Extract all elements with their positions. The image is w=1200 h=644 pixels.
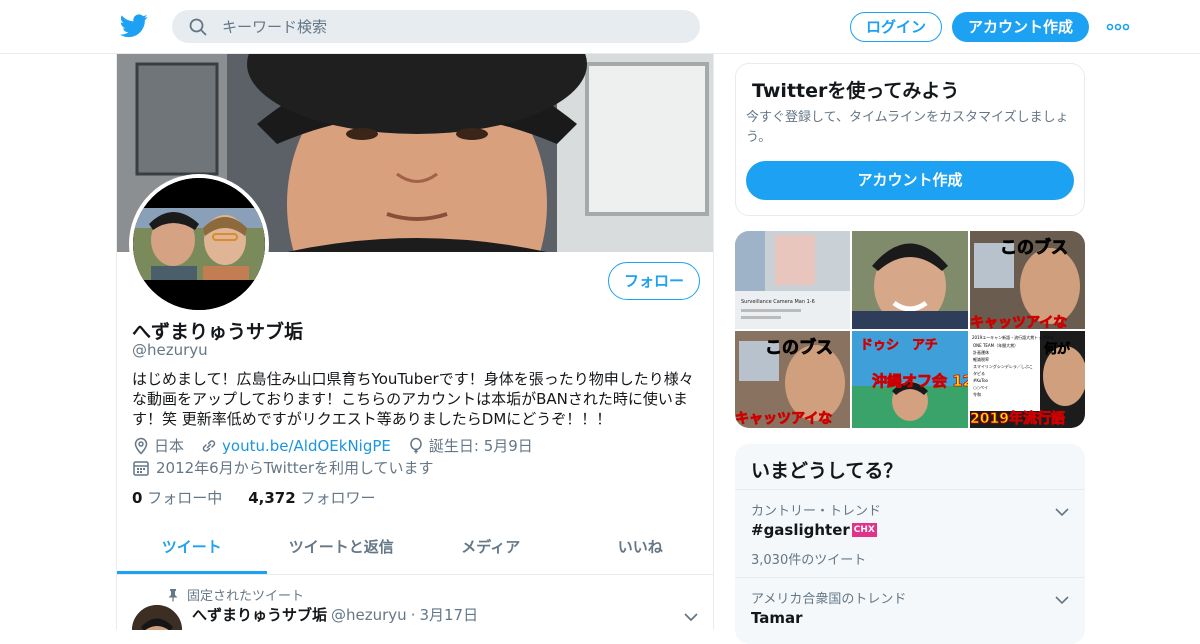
link-icon bbox=[202, 439, 216, 452]
media-grid: Surveillance Camera Man 1-6 このブス キャッツアイな… bbox=[735, 231, 1085, 428]
media-thumb-list-item: 軽減税率 bbox=[973, 356, 989, 362]
search-box bbox=[172, 10, 700, 43]
chevron-down-icon[interactable] bbox=[683, 608, 699, 627]
balloon-icon bbox=[410, 437, 422, 453]
signup-card-description: 今すぐ登録して、タイムラインをカスタマイズしましょう。 bbox=[746, 110, 1069, 145]
trend-tweet-count: 3,030件のツイート bbox=[751, 553, 867, 568]
trend-topic-text: Tamar bbox=[751, 609, 803, 627]
search-icon bbox=[189, 18, 207, 36]
signup-card-title: Twitterを使ってみよう bbox=[752, 80, 960, 102]
tab-media[interactable]: メディア bbox=[416, 522, 566, 574]
trend-topic: #gaslighter CHX bbox=[751, 521, 877, 539]
follow-button[interactable]: フォロー bbox=[608, 262, 700, 300]
following-count: 0 bbox=[132, 489, 143, 507]
profile-avatar[interactable] bbox=[129, 174, 269, 314]
twitter-bird-icon[interactable] bbox=[119, 14, 148, 38]
media-thumb[interactable] bbox=[852, 231, 968, 329]
media-thumb-list-item: ○○ペイ bbox=[973, 384, 988, 390]
media-thumb[interactable]: このブス キャッツアイな bbox=[969, 231, 1085, 329]
media-thumb-list-item: 計画運休 bbox=[973, 349, 989, 355]
signup-card: Twitterを使ってみよう 今すぐ登録して、タイムラインをカスタマイズしましょ… bbox=[735, 63, 1085, 216]
trend-badge: CHX bbox=[851, 523, 877, 537]
media-thumb-list-item: #KuToo bbox=[973, 378, 989, 383]
signup-button[interactable]: アカウント作成 bbox=[952, 12, 1089, 42]
media-thumb-list-title: 2019ユーキャン新語・流行語大賞トップテン bbox=[972, 334, 1054, 340]
tweet-separator: · bbox=[410, 605, 416, 624]
profile-handle: @hezuryu bbox=[132, 341, 208, 359]
media-thumb[interactable]: ドゥシ アチ 沖縄オフ会 12/21 bbox=[852, 330, 968, 428]
chevron-down-icon[interactable] bbox=[1055, 502, 1069, 521]
tab-tweets-and-replies[interactable]: ツイートと返信 bbox=[267, 522, 417, 574]
trends-panel: いまどうしてる？ カントリー・トレンド #gaslighter CHX 3,03… bbox=[735, 444, 1085, 644]
followers-label: フォロワー bbox=[300, 489, 376, 507]
media-thumb-list-item: ONE TEAM（年間大賞） bbox=[973, 342, 1018, 348]
media-thumb-caption: このブス bbox=[765, 337, 833, 358]
media-thumb-list-item: 令和 bbox=[973, 391, 981, 397]
media-thumb-list-item: スマイリングシンデレラ／しぶこ bbox=[973, 363, 1033, 369]
profile-column: フォロー へずまりゅうサブ垢 @hezuryu はじめまして！広島住み山口県育ち… bbox=[116, 54, 714, 630]
media-thumb[interactable]: このブス キャッツアイな bbox=[735, 330, 851, 428]
profile-bio: はじめまして！広島住み山口県育ちYouTuberです！身体を張ったり物申したり様… bbox=[132, 370, 694, 428]
chevron-down-icon[interactable] bbox=[1055, 590, 1069, 609]
profile-location: 日本 bbox=[154, 437, 185, 455]
profile-joined-date: 2012年6月からTwitterを利用しています bbox=[156, 459, 434, 477]
trends-title: いまどうしてる？ bbox=[751, 460, 903, 482]
login-button[interactable]: ログイン bbox=[850, 12, 942, 42]
profile-stats: 0 フォロー中 4,372 フォロワー bbox=[132, 487, 375, 508]
media-thumb[interactable]: 2019ユーキャン新語・流行語大賞トップテン ONE TEAM（年間大賞） 計画運… bbox=[969, 330, 1085, 428]
profile-website-link[interactable]: youtu.be/AldOEkNigPE bbox=[222, 437, 391, 455]
trend-item[interactable]: カントリー・トレンド #gaslighter CHX 3,030件のツイート bbox=[735, 489, 1085, 577]
more-dots-icon[interactable] bbox=[1106, 17, 1130, 37]
media-thumb-overlay-text: ドゥシ アチ bbox=[860, 338, 938, 353]
followers-count: 4,372 bbox=[248, 489, 296, 507]
media-thumb-caption: このブス bbox=[1000, 237, 1068, 258]
tweet-author-handle[interactable]: @hezuryu bbox=[331, 606, 407, 624]
profile-birthday: 誕生日: 5月9日 bbox=[428, 437, 533, 455]
media-thumb-caption: Surveillance Camera Man 1-6 bbox=[741, 299, 815, 305]
profile-name: へずまりゅうサブ垢 bbox=[132, 321, 304, 343]
media-thumb-overlay-text: キャッツアイな bbox=[970, 315, 1067, 329]
following-stat[interactable]: 0 フォロー中 bbox=[132, 487, 222, 508]
calendar-icon bbox=[133, 460, 149, 476]
tab-likes[interactable]: いいね bbox=[566, 522, 714, 574]
followers-stat[interactable]: 4,372 フォロワー bbox=[248, 487, 375, 508]
trend-topic: Tamar bbox=[751, 609, 803, 627]
profile-meta-row: 日本 youtu.be/AldOEkNigPE 誕生日: 5月9日 bbox=[132, 435, 533, 456]
pinned-tweet-indicator: 固定されたツイート bbox=[167, 585, 304, 604]
media-thumb-list-item: タピる bbox=[973, 370, 985, 376]
media-thumb-overlay-text: キャッツアイな bbox=[735, 411, 832, 427]
profile-joined-row: 2012年6月からTwitterを利用しています bbox=[132, 457, 434, 478]
signup-card-button[interactable]: アカウント作成 bbox=[746, 161, 1074, 200]
pinned-tweet-label: 固定されたツイート bbox=[187, 589, 305, 604]
following-label: フォロー中 bbox=[147, 489, 223, 507]
media-thumb[interactable]: Surveillance Camera Man 1-6 bbox=[735, 231, 851, 329]
tab-tweets[interactable]: ツイート bbox=[117, 522, 267, 574]
tweet-author-name[interactable]: へずまりゅうサブ垢 bbox=[192, 604, 327, 625]
trend-topic-text: #gaslighter bbox=[751, 521, 850, 539]
top-navigation-bar: ログイン アカウント作成 bbox=[0, 0, 1200, 54]
search-input[interactable] bbox=[222, 10, 682, 43]
trend-item[interactable]: アメリカ合衆国のトレンド Tamar bbox=[735, 577, 1085, 644]
pin-icon bbox=[168, 588, 178, 601]
profile-tabs: ツイート ツイートと返信 メディア いいね bbox=[117, 522, 714, 575]
location-pin-icon bbox=[134, 437, 148, 455]
media-thumb-overlay-text: 何が bbox=[1044, 341, 1070, 357]
media-thumb-caption: 沖縄オフ会 12/21 bbox=[872, 372, 967, 390]
tweet-date[interactable]: 3月17日 bbox=[419, 604, 478, 625]
media-thumb-caption: 2019年流行語 bbox=[970, 410, 1065, 427]
tweet-author-avatar[interactable] bbox=[132, 605, 182, 630]
trend-context: カントリー・トレンド bbox=[751, 504, 882, 519]
trend-context: アメリカ合衆国のトレンド bbox=[751, 592, 907, 607]
tweet-header: へずまりゅうサブ垢 @hezuryu · 3月17日 bbox=[192, 604, 478, 625]
